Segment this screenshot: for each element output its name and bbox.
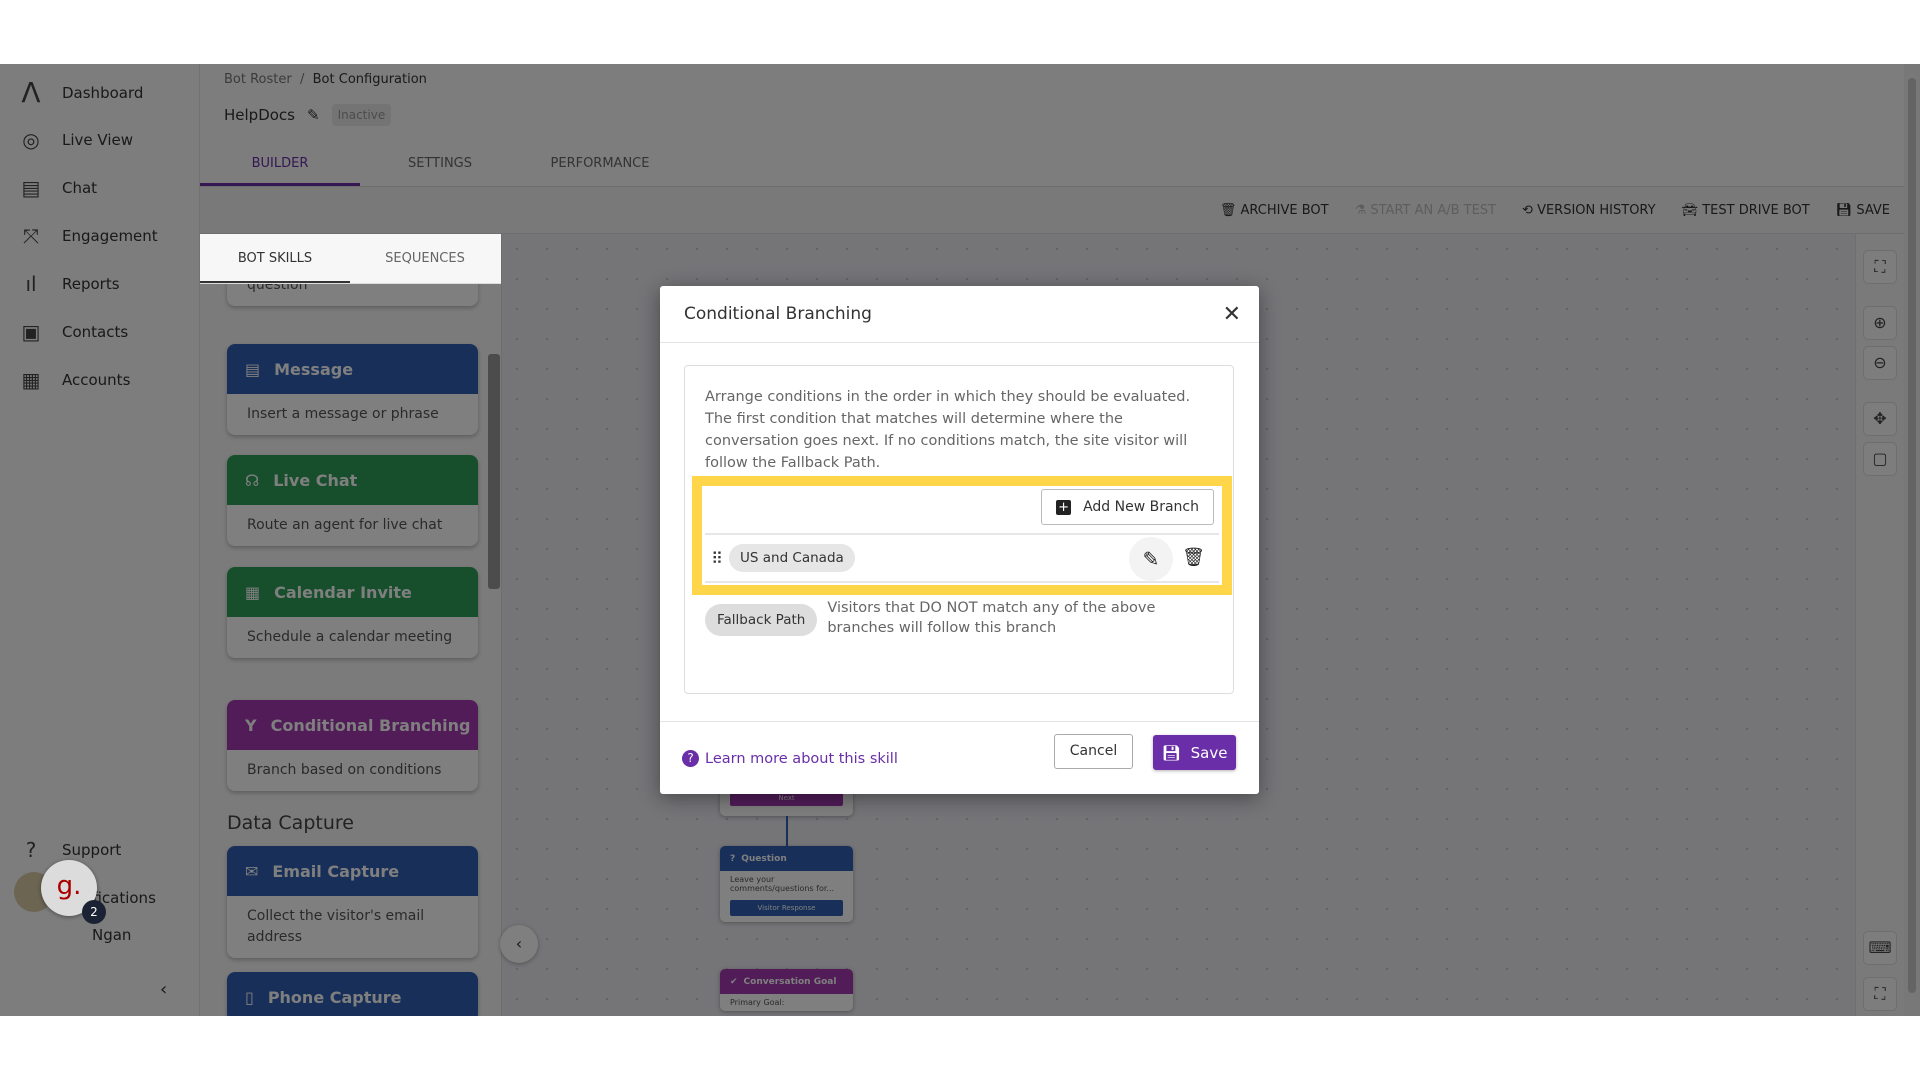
fallback-path: Fallback Path Visitors that DO NOT match … xyxy=(705,600,1212,638)
tab-sequences[interactable]: SEQUENCES xyxy=(350,234,500,283)
edit-branch-button[interactable]: ✎ xyxy=(1129,537,1173,581)
conditional-branching-modal: Conditional Branching ✕ Arrange condition… xyxy=(660,286,1259,794)
widget-letter: g. xyxy=(56,871,82,901)
save-button[interactable]: 💾︎ Save xyxy=(1153,735,1236,770)
tab-bot-skills[interactable]: BOT SKILLS xyxy=(200,234,350,283)
branch-name-chip: US and Canada xyxy=(729,544,855,572)
branch-row: ⠿ US and Canada ✎ 🗑︎ xyxy=(705,533,1219,583)
plus-icon: + xyxy=(1056,499,1072,515)
modal-title: Conditional Branching xyxy=(684,304,872,324)
drag-handle-icon[interactable]: ⠿ xyxy=(705,549,729,568)
label: Learn more about this skill xyxy=(705,750,898,767)
label: Add New Branch xyxy=(1083,499,1199,515)
notification-count-badge: 2 xyxy=(82,900,106,924)
floppy-icon: 💾︎ xyxy=(1161,743,1181,762)
modal-description: Arrange conditions in the order in which… xyxy=(705,389,1191,471)
modal-footer: ? Learn more about this skill Cancel 💾︎ Sa… xyxy=(660,721,1259,794)
highlight-box: + Add New Branch ⠿ US and Canada ✎ 🗑︎ xyxy=(692,476,1232,595)
help-icon: ? xyxy=(682,750,699,767)
close-icon[interactable]: ✕ xyxy=(1223,302,1241,327)
cancel-button[interactable]: Cancel xyxy=(1054,734,1133,769)
learn-more-link[interactable]: ? Learn more about this skill xyxy=(682,750,898,767)
fallback-chip: Fallback Path xyxy=(705,604,818,636)
fallback-text: Visitors that DO NOT match any of the ab… xyxy=(827,600,1156,636)
delete-branch-icon[interactable]: 🗑︎ xyxy=(1182,547,1205,568)
add-new-branch-button[interactable]: + Add New Branch xyxy=(1041,489,1214,525)
label: Save xyxy=(1190,743,1228,762)
